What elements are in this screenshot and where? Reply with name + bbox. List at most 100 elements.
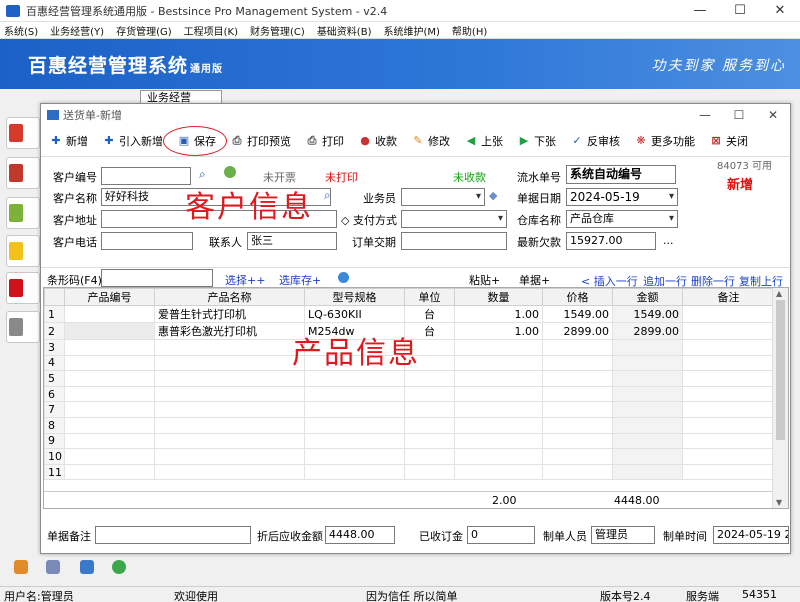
table-cell[interactable] xyxy=(154,401,305,418)
minimize-icon[interactable]: — xyxy=(680,0,720,22)
table-cell[interactable] xyxy=(64,322,155,340)
table-row[interactable]: 1 爱普生针式打印机 LQ-630KII 台 1.00 1549.00 1549.00 xyxy=(44,305,775,323)
side-button-6[interactable] xyxy=(6,311,40,343)
table-cell[interactable] xyxy=(454,463,543,481)
menu-basic-data[interactable]: 基础资料(B) xyxy=(317,23,372,38)
table-cell[interactable]: LQ-630KII xyxy=(304,305,405,323)
table-cell[interactable] xyxy=(682,339,775,356)
column-header[interactable]: 产品编号 xyxy=(64,288,155,306)
print-button[interactable]: ⎙ 打印 xyxy=(301,131,348,151)
table-cell[interactable] xyxy=(542,354,613,372)
table-row[interactable]: 10 xyxy=(44,448,775,465)
customer-search-icon[interactable]: ⌕ xyxy=(324,188,331,203)
side-button-1[interactable] xyxy=(6,117,40,149)
table-cell[interactable]: 1549.00 xyxy=(612,305,683,323)
column-header[interactable]: 金额 xyxy=(612,288,683,306)
order-deal-input[interactable] xyxy=(401,232,507,250)
salesman-select[interactable] xyxy=(401,188,485,206)
side-button-5[interactable] xyxy=(6,272,40,304)
table-cell[interactable] xyxy=(682,370,775,387)
table-cell[interactable] xyxy=(682,432,775,450)
table-cell[interactable] xyxy=(542,416,613,434)
scroll-thumb[interactable] xyxy=(776,300,785,440)
globe-icon[interactable] xyxy=(338,272,349,283)
table-cell[interactable] xyxy=(404,385,455,403)
table-cell[interactable] xyxy=(154,463,305,481)
table-cell[interactable]: 爱普生针式打印机 xyxy=(154,305,305,323)
table-cell[interactable] xyxy=(64,305,155,323)
select-stock-link[interactable]: 选库存+ xyxy=(279,272,321,288)
table-cell[interactable] xyxy=(64,416,155,434)
maximize-icon[interactable]: ☐ xyxy=(720,0,760,22)
table-cell[interactable] xyxy=(542,370,613,387)
dialog-close-icon[interactable]: ✕ xyxy=(756,108,790,122)
table-cell[interactable] xyxy=(542,463,613,481)
table-cell[interactable] xyxy=(404,416,455,434)
table-cell[interactable] xyxy=(304,448,405,465)
table-cell[interactable] xyxy=(454,354,543,372)
menu-help[interactable]: 帮助(H) xyxy=(452,23,487,38)
received-input[interactable]: 0 xyxy=(467,526,535,544)
table-cell[interactable] xyxy=(454,339,543,356)
table-cell[interactable] xyxy=(154,416,305,434)
search-window-icon[interactable] xyxy=(80,560,94,574)
table-cell[interactable]: 1.00 xyxy=(454,322,543,340)
barcode-input[interactable] xyxy=(101,269,213,287)
table-cell[interactable] xyxy=(304,385,405,403)
remark-input[interactable] xyxy=(95,526,251,544)
scroll-down-icon[interactable]: ▼ xyxy=(776,498,782,507)
paste-button[interactable]: 粘贴+ xyxy=(469,272,500,288)
collect-button[interactable]: ● 收款 xyxy=(354,131,401,151)
table-cell[interactable] xyxy=(64,463,155,481)
table-cell[interactable] xyxy=(454,401,543,418)
menu-maintenance[interactable]: 系统维护(M) xyxy=(383,23,439,38)
menu-finance[interactable]: 财务管理(C) xyxy=(250,23,305,38)
select-link[interactable]: 选择++ xyxy=(225,272,265,288)
dialog-maximize-icon[interactable]: ☐ xyxy=(722,108,756,122)
table-cell[interactable] xyxy=(682,305,775,323)
print-preview-button[interactable]: ⎙ 打印预览 xyxy=(226,131,295,151)
tab-business[interactable]: 业务经营 xyxy=(140,90,222,104)
next-button[interactable]: ▶ 下张 xyxy=(513,131,560,151)
side-button-4[interactable] xyxy=(6,235,40,267)
green-circle-icon[interactable] xyxy=(112,560,126,574)
table-cell[interactable]: 1.00 xyxy=(454,305,543,323)
table-cell[interactable] xyxy=(404,370,455,387)
date-picker[interactable]: 2024-05-19 xyxy=(566,188,678,206)
table-cell[interactable] xyxy=(542,401,613,418)
table-cell[interactable] xyxy=(154,385,305,403)
menu-project[interactable]: 工程项目(K) xyxy=(184,23,238,38)
table-cell[interactable] xyxy=(64,432,155,450)
table-cell[interactable] xyxy=(682,401,775,418)
vertical-scrollbar[interactable]: ▲ ▼ xyxy=(772,288,788,508)
table-cell[interactable]: 2899.00 xyxy=(542,322,613,340)
table-cell[interactable]: 台 xyxy=(404,305,455,323)
new-button[interactable]: ✚ 新增 xyxy=(45,131,92,151)
table-cell[interactable] xyxy=(542,448,613,465)
menu-system[interactable]: 系统(S) xyxy=(4,23,38,38)
column-header[interactable]: 数量 xyxy=(454,288,543,306)
menu-business[interactable]: 业务经营(Y) xyxy=(50,23,104,38)
table-cell[interactable] xyxy=(154,339,305,356)
column-header[interactable]: 产品名称 xyxy=(154,288,305,306)
edit-button[interactable]: ✎ 修改 xyxy=(407,131,454,151)
table-cell[interactable] xyxy=(612,385,683,403)
table-cell[interactable] xyxy=(304,401,405,418)
calculator-icon[interactable] xyxy=(46,560,60,574)
table-cell[interactable] xyxy=(612,370,683,387)
column-header[interactable]: 价格 xyxy=(542,288,613,306)
unaudit-button[interactable]: ✓ 反审核 xyxy=(566,131,624,151)
close-icon[interactable]: ✕ xyxy=(760,0,800,22)
close-button[interactable]: ⊠ 关闭 xyxy=(705,131,752,151)
table-cell[interactable] xyxy=(612,416,683,434)
refresh-icon[interactable] xyxy=(224,166,236,178)
table-cell[interactable] xyxy=(64,354,155,372)
column-header[interactable]: 单位 xyxy=(404,288,455,306)
table-cell[interactable] xyxy=(454,448,543,465)
scroll-up-icon[interactable]: ▲ xyxy=(776,289,782,298)
table-cell[interactable] xyxy=(454,432,543,450)
table-cell[interactable] xyxy=(454,370,543,387)
table-cell[interactable] xyxy=(612,448,683,465)
table-cell[interactable] xyxy=(682,385,775,403)
column-header[interactable]: 型号规格 xyxy=(304,288,405,306)
